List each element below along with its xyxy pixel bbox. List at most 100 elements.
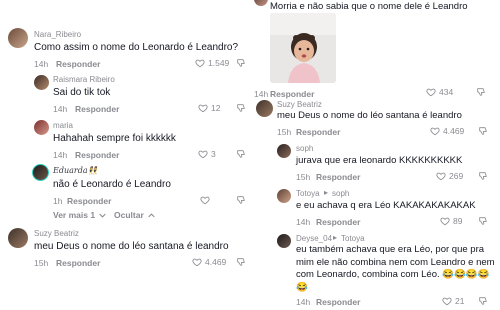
like-button[interactable]: 434	[426, 87, 453, 97]
dislike-icon[interactable]	[478, 126, 488, 136]
comment-text: e eu achava q era Léo KAKAKAKAKAKAK	[296, 200, 476, 211]
avatar[interactable]	[8, 28, 28, 48]
right-comments-panel: Morria e não sabia que o nome dele é Lea…	[250, 0, 500, 310]
avatar[interactable]	[277, 234, 291, 248]
like-count: 1.549	[208, 58, 230, 68]
heart-icon	[426, 88, 436, 97]
comment-author[interactable]: Nara_Ribeiro	[34, 30, 81, 39]
like-button[interactable]: 21	[442, 296, 464, 306]
comment-time: 14h	[53, 150, 68, 160]
reply-button[interactable]: Responder	[67, 196, 111, 206]
heart-icon	[195, 59, 205, 68]
reply-button[interactable]: Responder	[56, 59, 100, 69]
comment-item: Suzy Beatriz meu Deus o nome do léo sant…	[250, 97, 500, 139]
comment-text: Hahahah sempre foi kkkkkk	[53, 133, 176, 144]
avatar[interactable]	[8, 228, 28, 248]
avatar[interactable]	[34, 120, 49, 135]
reply-button[interactable]: Responder	[296, 127, 340, 137]
comment-time: 14h	[296, 217, 311, 227]
like-button[interactable]: 3	[198, 149, 216, 159]
comment-author[interactable]: Raismara Ribeiro	[53, 75, 115, 84]
comment-author[interactable]: Totoya	[296, 189, 320, 198]
comment-text: meu Deus o nome do léo santana é leandro	[34, 241, 229, 252]
avatar[interactable]	[277, 144, 291, 158]
avatar[interactable]	[256, 100, 273, 117]
dislike-icon[interactable]	[476, 87, 486, 97]
chevron-down-icon	[99, 213, 106, 218]
comment-reply-item: Morria e não sabia que o nome dele é Lea…	[250, 0, 500, 99]
comment-author[interactable]: maria	[53, 121, 73, 130]
like-button[interactable]: 89	[440, 216, 462, 226]
heart-icon	[440, 217, 450, 226]
comment-time: 14h	[53, 104, 68, 114]
like-count: 434	[439, 87, 454, 97]
left-comments-panel: Nara_Ribeiro Como assim o nome do Leonar…	[0, 0, 258, 310]
like-button[interactable]: 269	[436, 171, 463, 181]
dislike-icon[interactable]	[236, 58, 246, 68]
comment-text: jurava que era leonardo KKKKKKKKKK	[296, 155, 463, 166]
comment-text: eu também achava que era Léo, por que pr…	[296, 244, 495, 293]
reply-button[interactable]: Responder	[316, 217, 360, 227]
reply-arrow-icon: ▸	[333, 233, 338, 242]
like-button[interactable]: 12	[198, 103, 220, 113]
comment-text: Morria e não sabia que o nome dele é Lea…	[270, 1, 468, 12]
avatar[interactable]	[277, 189, 291, 203]
dislike-icon[interactable]	[478, 216, 488, 226]
comment-item: Suzy Beatriz meu Deus o nome do léo sant…	[0, 224, 258, 274]
comment-author[interactable]: Deyse_04	[296, 234, 332, 243]
dislike-icon[interactable]	[236, 103, 246, 113]
like-button[interactable]	[200, 195, 210, 205]
heart-icon	[192, 258, 202, 267]
like-count: 269	[449, 171, 464, 181]
comment-reply-item: maria Hahahah sempre foi kkkkkk 14h Resp…	[0, 116, 258, 160]
comment-time: 14h	[34, 59, 49, 69]
comment-time: 15h	[296, 172, 311, 182]
view-more-replies-button[interactable]: Ver mais 1	[53, 210, 95, 220]
avatar[interactable]	[254, 0, 268, 6]
hide-replies-button[interactable]: Ocultar	[114, 210, 144, 220]
dislike-icon[interactable]	[478, 296, 488, 306]
dislike-icon[interactable]	[236, 195, 246, 205]
toddler-photo	[270, 13, 336, 83]
heart-icon	[198, 150, 208, 159]
like-count: 89	[453, 216, 463, 226]
comment-item: Nara_Ribeiro Como assim o nome do Leonar…	[0, 0, 258, 72]
thread-controls: Ver mais 1 Ocultar	[0, 208, 258, 224]
like-button[interactable]: 4.469	[430, 126, 464, 136]
comment-author[interactable]: Suzy Beatriz	[277, 100, 322, 109]
comment-author[interactable]: Suzy Beatriz	[34, 229, 79, 238]
avatar[interactable]	[34, 75, 49, 90]
like-button[interactable]: 4.469	[192, 257, 226, 267]
like-count: 4.469	[205, 257, 227, 267]
comment-time: 14h	[296, 297, 311, 307]
comment-image[interactable]	[270, 13, 336, 83]
dislike-icon[interactable]	[236, 149, 246, 159]
like-button[interactable]: 1.549	[195, 58, 229, 68]
reply-button[interactable]: Responder	[75, 150, 119, 160]
comment-text: Sai do tik tok	[53, 87, 111, 98]
dislike-icon[interactable]	[236, 257, 246, 267]
comment-text: não é Leonardo é Leandro	[53, 179, 171, 190]
comment-time: 15h	[277, 127, 292, 137]
comment-time: 15h	[34, 258, 49, 268]
dislike-icon[interactable]	[478, 171, 488, 181]
avatar[interactable]	[32, 164, 49, 181]
reply-button[interactable]: Responder	[75, 104, 119, 114]
comment-author[interactable]: Eduarda👯	[53, 166, 98, 175]
reply-button[interactable]: Responder	[316, 172, 360, 182]
comment-reply-item: soph jurava que era leonardo KKKKKKKKKK …	[250, 141, 500, 185]
heart-icon	[200, 196, 210, 205]
like-count: 4.469	[443, 126, 465, 136]
comment-author[interactable]: soph	[296, 144, 313, 153]
reply-arrow-icon: ▸	[324, 188, 329, 197]
reply-button[interactable]: Responder	[56, 258, 100, 268]
reply-to-author[interactable]: Totoya	[341, 234, 365, 243]
comment-reply-item: Eduarda👯 não é Leonardo é Leandro 1h Res…	[0, 160, 258, 208]
reply-button[interactable]: Responder	[316, 297, 360, 307]
chevron-up-icon	[148, 213, 155, 218]
reply-to-author[interactable]: soph	[332, 189, 349, 198]
like-count: 12	[211, 103, 221, 113]
heart-icon	[430, 127, 440, 136]
comment-text: meu Deus o nome do léo santana é leandro	[277, 110, 462, 121]
comment-reply-item: Raismara Ribeiro Sai do tik tok 14h Resp…	[0, 72, 258, 116]
